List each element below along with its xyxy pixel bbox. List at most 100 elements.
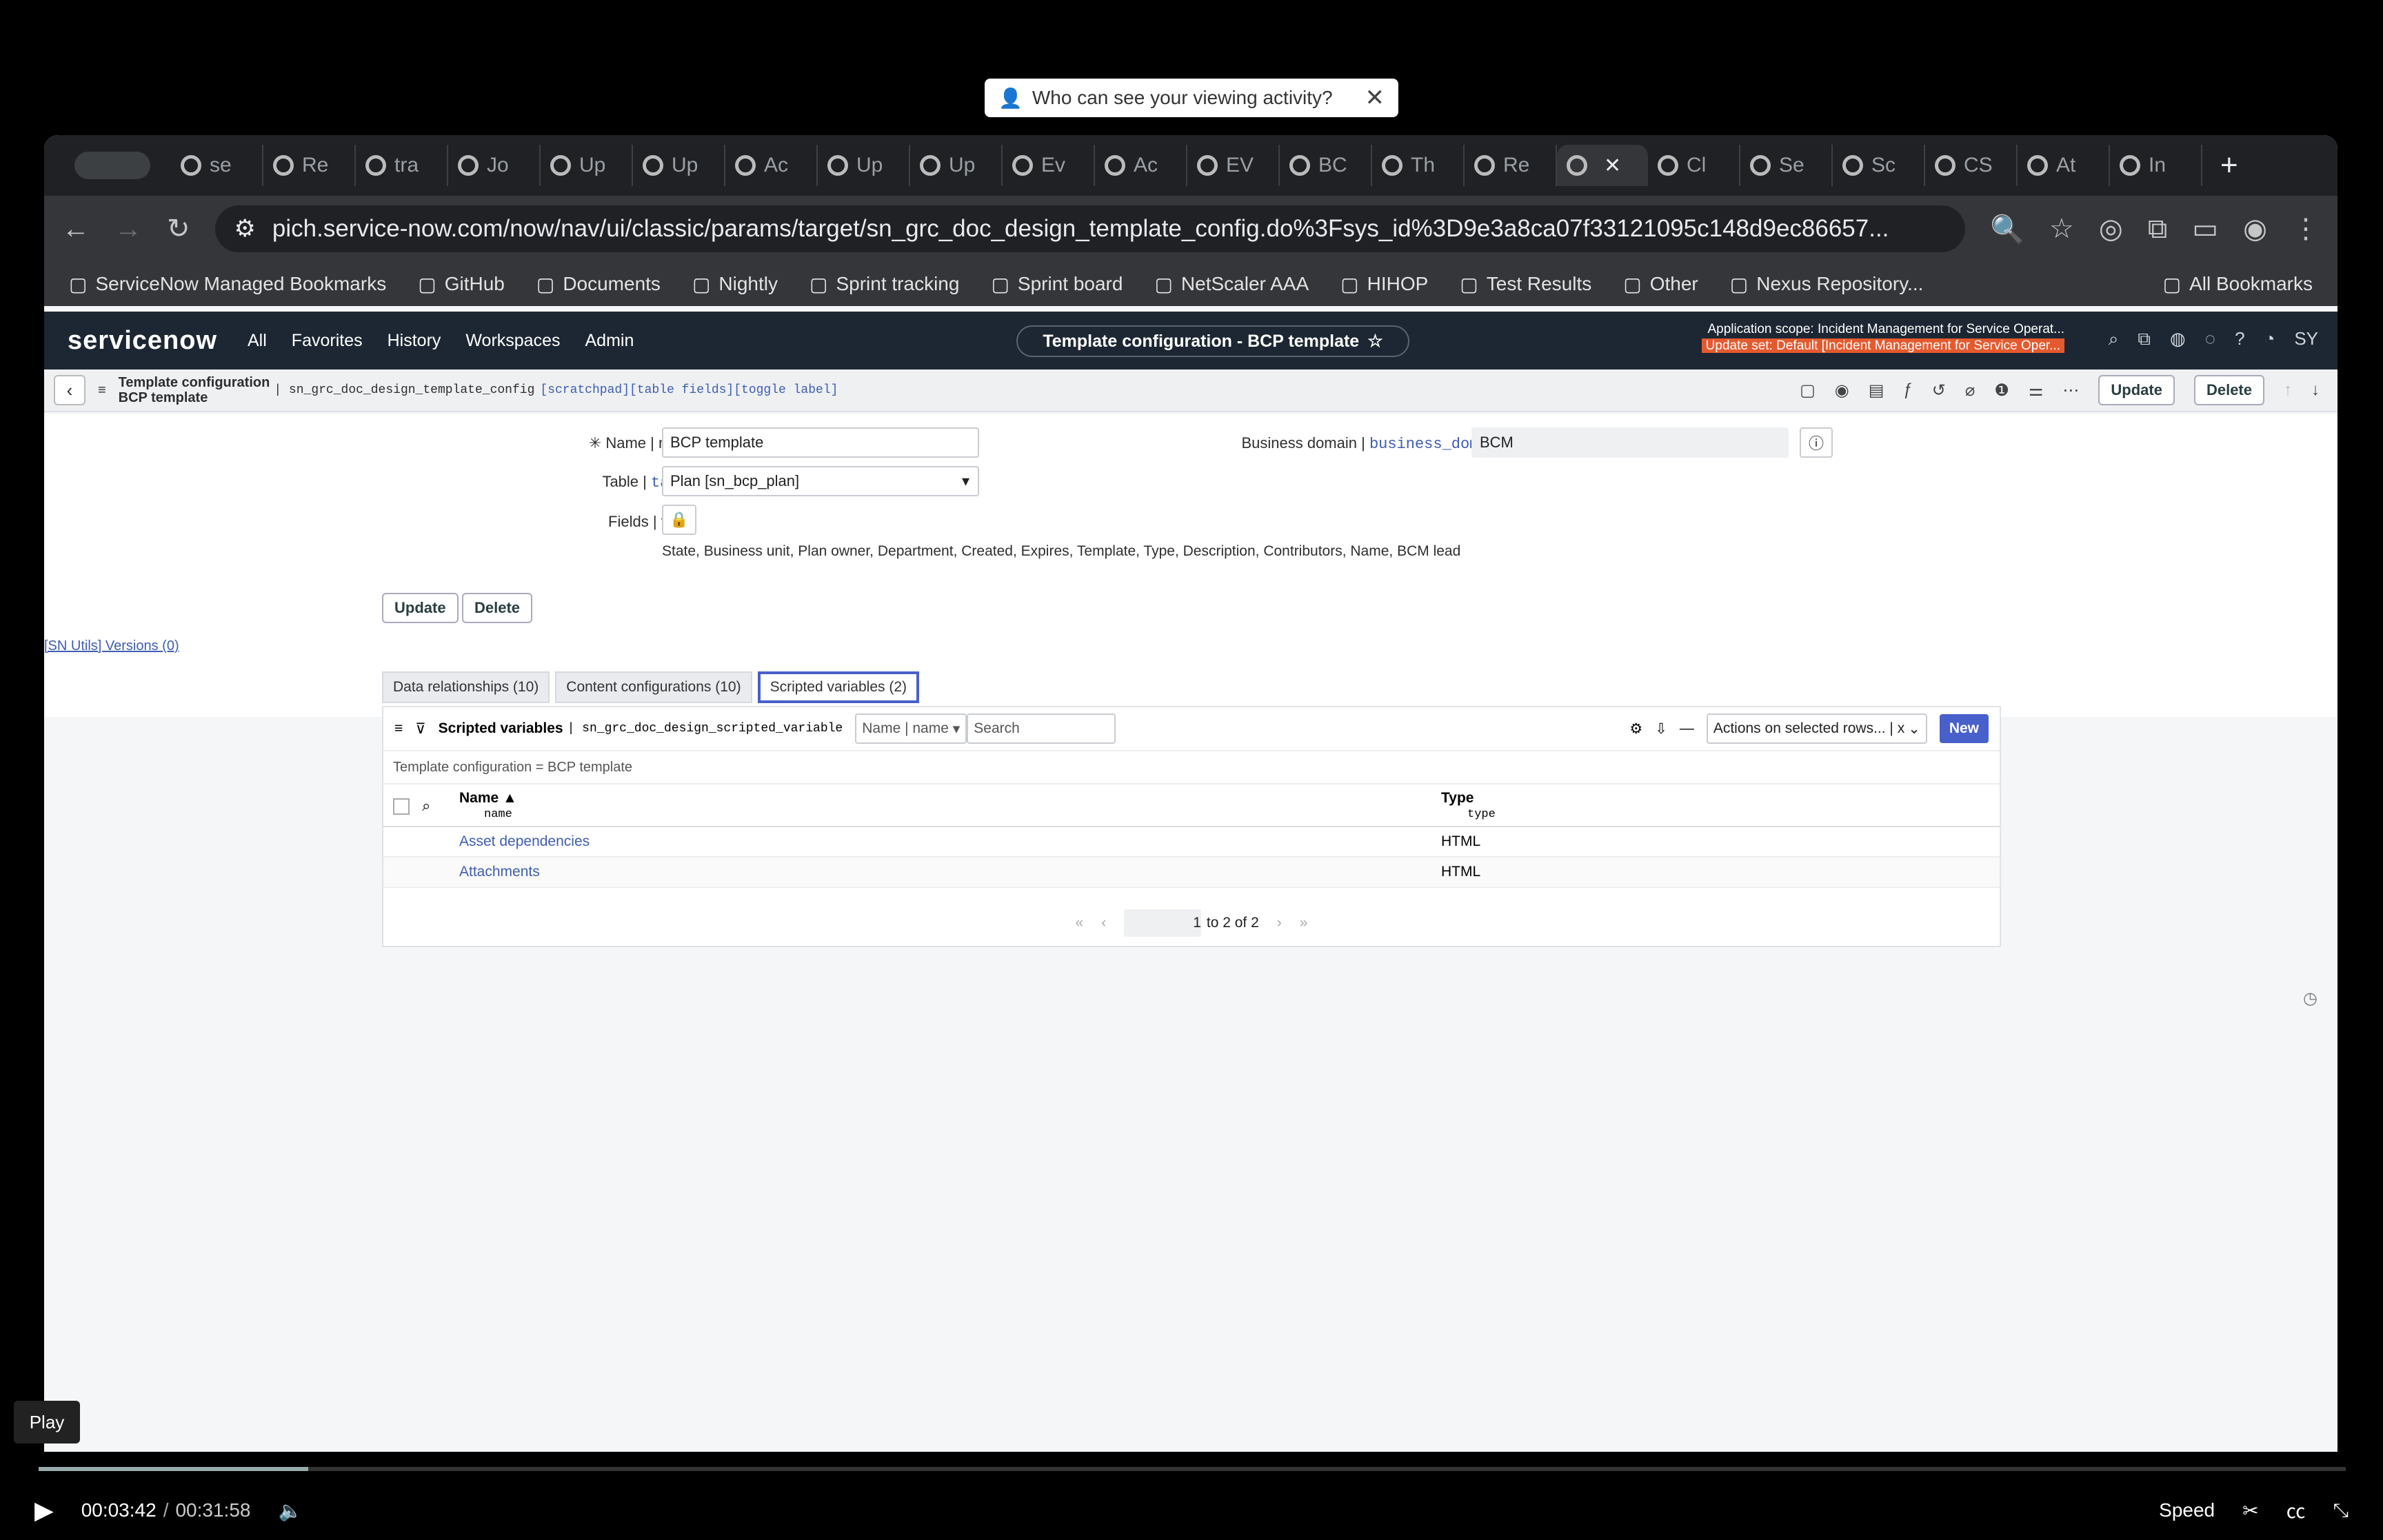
scope-info[interactable]: Application scope: Incident Management f… [1665, 321, 2064, 354]
select-all-checkbox[interactable] [393, 798, 410, 815]
avatar[interactable]: SY [2294, 328, 2318, 350]
gear-icon[interactable]: ⚙ [1629, 720, 1642, 738]
bookmark-item[interactable]: ▢ Documents [536, 273, 661, 296]
browser-tab[interactable]: Up [541, 145, 633, 186]
site-settings-icon[interactable]: ⚙ [234, 215, 256, 243]
close-icon[interactable]: ✕ [1365, 84, 1385, 112]
browser-tab[interactable]: Sc [1833, 145, 1925, 186]
info-circle-icon[interactable]: ⓘ [1800, 427, 1833, 458]
star-icon[interactable]: ☆ [1367, 331, 1382, 352]
browser-tab[interactable]: tra [356, 145, 448, 186]
nav-item[interactable]: Favorites [292, 331, 363, 351]
list-breadcrumb[interactable]: Template configuration = BCP template [383, 751, 2000, 783]
bookmark-item[interactable]: ▢ NetScaler AAA [1154, 273, 1309, 296]
volume-icon[interactable]: 🔈 [278, 1499, 302, 1522]
filter-icon[interactable]: ⊽ [415, 720, 425, 738]
bookmark-item[interactable]: ▢ GitHub [418, 273, 505, 296]
history-icon[interactable]: ↺ [1932, 381, 1946, 401]
browser-tab[interactable]: Th [1372, 145, 1465, 186]
servicenow-logo[interactable]: servicenow [68, 326, 217, 356]
back-icon[interactable]: ← [62, 214, 90, 245]
browser-tab[interactable]: Up [633, 145, 725, 186]
collapse-icon[interactable]: — [1680, 720, 1694, 737]
delete-button[interactable]: Delete [462, 593, 533, 623]
related-list-tab[interactable]: Scripted variables (2) [757, 671, 920, 703]
row-name-link[interactable]: Asset dependencies [459, 833, 590, 850]
up-arrow-icon[interactable]: ↑ [2284, 381, 2292, 400]
browser-tab[interactable]: EV [1187, 145, 1280, 186]
exit-fullscreen-icon[interactable]: ⤡ [2333, 1499, 2349, 1522]
header-delete-button[interactable]: Delete [2193, 375, 2264, 405]
zoom-icon[interactable]: 🔍 [1990, 213, 2024, 245]
hamburger-icon[interactable]: ≡ [98, 383, 106, 398]
nav-item[interactable]: Admin [585, 331, 634, 351]
nav-item[interactable]: All [248, 331, 267, 351]
extension-icon[interactable]: ◎ [2099, 213, 2123, 245]
address-bar[interactable]: ⚙ pich.service-now.com/now/nav/ui/classi… [214, 205, 1966, 252]
play-icon[interactable]: ▶ [34, 1496, 54, 1525]
bookmark-star-icon[interactable]: ☆ [2049, 213, 2074, 245]
bookmark-item[interactable]: ▢ Sprint tracking [810, 273, 959, 296]
comment-icon[interactable]: ▢ [1800, 381, 1816, 401]
browser-tab[interactable]: Cl [1648, 145, 1740, 186]
column-type-header[interactable]: Type [1441, 790, 1474, 807]
back-button[interactable]: ‹ [54, 375, 86, 405]
browser-tab[interactable]: Ev [1003, 145, 1095, 186]
browser-tab[interactable]: Re [263, 145, 356, 186]
browser-tab[interactable]: se [171, 145, 263, 186]
menu-icon[interactable]: ⋮ [2292, 213, 2320, 245]
globe-icon[interactable]: ◍ [2170, 328, 2186, 350]
column-name-header[interactable]: Name ▲ [459, 790, 517, 807]
progress-bar[interactable] [39, 1467, 2346, 1471]
bookmark-item[interactable]: ▢ Nexus Repository... [1730, 273, 1924, 296]
settings-icon[interactable]: ⚌ [2029, 381, 2044, 401]
tab-group-toggle[interactable] [74, 152, 150, 179]
chat-icon[interactable]: ◌ [2205, 328, 2215, 350]
browser-tab[interactable]: Up [910, 145, 1003, 186]
list-menu-icon[interactable]: ≡ [394, 720, 403, 737]
document-icon[interactable]: ▤ [1869, 381, 1884, 401]
github-icon[interactable]: ◉ [1835, 381, 1849, 401]
bell-icon[interactable]: ◔ [2264, 328, 2275, 350]
browser-tab[interactable]: Ac [725, 145, 818, 186]
browser-tab[interactable]: ✕ [1557, 145, 1648, 186]
browser-tab[interactable]: Se [1740, 145, 1833, 186]
script-icon[interactable]: ƒ [1903, 381, 1912, 400]
scissors-icon[interactable]: ✂ [2242, 1499, 2258, 1522]
bookmark-item[interactable]: ▢ Test Results [1460, 273, 1591, 296]
browser-tab[interactable]: Re [1465, 145, 1557, 186]
profile-icon[interactable]: ◉ [2243, 213, 2267, 245]
update-button[interactable]: Update [382, 593, 459, 623]
last-page-icon[interactable]: » [1300, 915, 1308, 931]
related-list-tab[interactable]: Content configurations (10) [555, 671, 752, 703]
next-page-icon[interactable]: › [1277, 915, 1282, 931]
bookmark-item[interactable]: ▢ Sprint board [991, 273, 1123, 296]
browser-tab[interactable]: BC [1280, 145, 1372, 186]
lock-icon[interactable]: 🔒 [662, 505, 696, 535]
attachment-icon[interactable]: ⌀ [1965, 381, 1975, 401]
sn-utils-links[interactable]: [scratchpad][table fields][toggle label] [540, 383, 838, 397]
bookmark-item[interactable]: ▢ Nightly [692, 273, 778, 296]
puzzle-icon[interactable]: ⧉ [2148, 214, 2168, 245]
nav-item[interactable]: History [388, 331, 441, 351]
prev-page-icon[interactable]: ‹ [1101, 915, 1106, 931]
new-tab-icon[interactable]: + [2220, 148, 2238, 183]
pin-icon[interactable]: ⧉ [2138, 328, 2151, 350]
down-arrow-icon[interactable]: ↓ [2311, 381, 2320, 400]
nav-item[interactable]: Workspaces [465, 331, 560, 351]
first-page-icon[interactable]: « [1076, 915, 1084, 931]
bookmark-item[interactable]: ▢ ServiceNow Managed Bookmarks [69, 273, 386, 296]
clock-icon[interactable]: ◷ [2303, 989, 2317, 1009]
close-tab-icon[interactable]: ✕ [1604, 154, 1621, 178]
speed-button[interactable]: Speed [2159, 1499, 2215, 1521]
browser-tab[interactable]: Up [818, 145, 910, 186]
search-field-select[interactable]: Name | name ▾ [855, 713, 967, 744]
info-icon[interactable]: ❶ [1994, 381, 2009, 401]
forward-icon[interactable]: → [114, 214, 142, 245]
search-input[interactable]: Search [967, 713, 1116, 744]
search-icon[interactable]: ⌕ [2109, 328, 2119, 350]
name-field[interactable]: BCP template [662, 427, 979, 458]
row-name-link[interactable]: Attachments [459, 864, 540, 880]
table-select[interactable]: Plan [sn_bcp_plan] ▾ [662, 466, 979, 496]
cast-icon[interactable]: ▭ [2192, 213, 2218, 245]
